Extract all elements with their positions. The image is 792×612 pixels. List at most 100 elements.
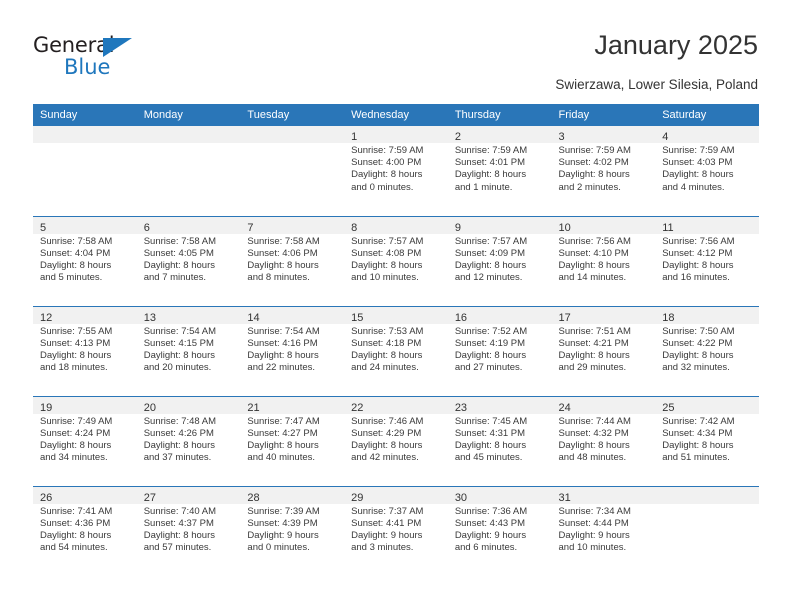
calendar-day-cell[interactable]: 31 Sunrise: 7:34 AM Sunset: 4:44 PM Dayl… bbox=[551, 485, 656, 576]
calendar-day-cell[interactable]: 13 Sunrise: 7:54 AM Sunset: 4:15 PM Dayl… bbox=[136, 305, 241, 396]
day-info bbox=[655, 504, 759, 506]
day-info bbox=[33, 143, 137, 145]
day-number: 12 bbox=[40, 311, 53, 324]
day-number-strip: 11 bbox=[655, 216, 759, 234]
day-cell-content: 27 Sunrise: 7:40 AM Sunset: 4:37 PM Dayl… bbox=[136, 486, 241, 576]
calendar-day-cell[interactable]: 26 Sunrise: 7:41 AM Sunset: 4:36 PM Dayl… bbox=[33, 485, 137, 576]
calendar-day-cell[interactable]: 1 Sunrise: 7:59 AM Sunset: 4:00 PM Dayli… bbox=[344, 126, 448, 216]
day-number: 25 bbox=[662, 401, 675, 414]
day-cell-content: 1 Sunrise: 7:59 AM Sunset: 4:00 PM Dayli… bbox=[344, 126, 448, 215]
daylight-text-line1: Daylight: 9 hours bbox=[558, 529, 630, 541]
calendar-day-cell[interactable]: 11 Sunrise: 7:56 AM Sunset: 4:12 PM Dayl… bbox=[655, 215, 759, 306]
calendar-day-cell[interactable]: 23 Sunrise: 7:45 AM Sunset: 4:31 PM Dayl… bbox=[447, 395, 552, 486]
day-number-strip: 23 bbox=[447, 396, 552, 414]
calendar-day-cell[interactable]: 9 Sunrise: 7:57 AM Sunset: 4:09 PM Dayli… bbox=[447, 215, 552, 306]
day-cell-content: 20 Sunrise: 7:48 AM Sunset: 4:26 PM Dayl… bbox=[136, 396, 241, 486]
daylight-text-line1: Daylight: 8 hours bbox=[143, 439, 215, 451]
sunrise-text: Sunrise: 7:59 AM bbox=[558, 145, 631, 156]
daylight-text-line2: and 22 minutes. bbox=[247, 362, 316, 374]
calendar-day-cell[interactable]: 20 Sunrise: 7:48 AM Sunset: 4:26 PM Dayl… bbox=[136, 395, 241, 486]
daylight-text-line2: and 40 minutes. bbox=[247, 452, 316, 464]
calendar-day-cell[interactable]: 4 Sunrise: 7:59 AM Sunset: 4:03 PM Dayli… bbox=[655, 126, 759, 216]
weekday-header-sunday: Sunday bbox=[33, 104, 137, 126]
calendar-day-cell[interactable]: 8 Sunrise: 7:57 AM Sunset: 4:08 PM Dayli… bbox=[344, 215, 448, 306]
calendar-day-cell[interactable] bbox=[136, 126, 241, 216]
day-number-strip bbox=[136, 126, 241, 143]
daylight-text-line1: Daylight: 8 hours bbox=[247, 349, 319, 361]
calendar-day-cell[interactable]: 3 Sunrise: 7:59 AM Sunset: 4:02 PM Dayli… bbox=[551, 126, 656, 216]
day-number-strip: 28 bbox=[240, 486, 345, 504]
calendar-day-cell[interactable]: 5 Sunrise: 7:58 AM Sunset: 4:04 PM Dayli… bbox=[33, 215, 137, 306]
day-number: 29 bbox=[351, 491, 364, 504]
day-cell-content: 8 Sunrise: 7:57 AM Sunset: 4:08 PM Dayli… bbox=[344, 216, 448, 306]
sunset-text: Sunset: 4:06 PM bbox=[247, 247, 318, 259]
calendar-day-cell[interactable]: 14 Sunrise: 7:54 AM Sunset: 4:16 PM Dayl… bbox=[240, 305, 345, 396]
daylight-text-line1: Daylight: 8 hours bbox=[351, 259, 423, 271]
calendar-body: 1 Sunrise: 7:59 AM Sunset: 4:00 PM Dayli… bbox=[33, 126, 759, 576]
day-info: Sunrise: 7:39 AM Sunset: 4:39 PM Dayligh… bbox=[240, 504, 344, 555]
page-header: General Blue January 2025 Swierzawa, Low… bbox=[0, 0, 792, 104]
sunrise-text: Sunrise: 7:54 AM bbox=[143, 325, 217, 337]
day-info: Sunrise: 7:55 AM Sunset: 4:13 PM Dayligh… bbox=[33, 324, 137, 375]
calendar-week-row: 26 Sunrise: 7:41 AM Sunset: 4:36 PM Dayl… bbox=[33, 485, 759, 576]
calendar-day-cell[interactable]: 22 Sunrise: 7:46 AM Sunset: 4:29 PM Dayl… bbox=[344, 395, 448, 486]
calendar-day-cell[interactable]: 29 Sunrise: 7:37 AM Sunset: 4:41 PM Dayl… bbox=[344, 485, 448, 576]
calendar-day-cell[interactable]: 7 Sunrise: 7:58 AM Sunset: 4:06 PM Dayli… bbox=[240, 215, 345, 306]
day-number: 31 bbox=[558, 491, 571, 504]
calendar-day-cell[interactable]: 2 Sunrise: 7:59 AM Sunset: 4:01 PM Dayli… bbox=[447, 126, 552, 216]
day-number: 6 bbox=[143, 221, 150, 234]
day-number-strip: 26 bbox=[33, 486, 137, 504]
calendar-day-cell[interactable]: 27 Sunrise: 7:40 AM Sunset: 4:37 PM Dayl… bbox=[136, 485, 241, 576]
calendar-day-cell[interactable]: 24 Sunrise: 7:44 AM Sunset: 4:32 PM Dayl… bbox=[551, 395, 656, 486]
day-cell-content: 30 Sunrise: 7:36 AM Sunset: 4:43 PM Dayl… bbox=[447, 486, 552, 576]
calendar-day-cell[interactable]: 21 Sunrise: 7:47 AM Sunset: 4:27 PM Dayl… bbox=[240, 395, 345, 486]
sunrise-text: Sunrise: 7:42 AM bbox=[662, 415, 735, 427]
daylight-text-line2: and 0 minutes. bbox=[351, 181, 414, 193]
calendar-day-cell[interactable]: 16 Sunrise: 7:52 AM Sunset: 4:19 PM Dayl… bbox=[447, 305, 552, 396]
calendar-day-cell[interactable] bbox=[33, 126, 137, 216]
day-number-strip: 21 bbox=[240, 396, 345, 414]
calendar-day-cell[interactable] bbox=[240, 126, 345, 216]
calendar-day-cell[interactable] bbox=[655, 485, 759, 576]
calendar-day-cell[interactable]: 15 Sunrise: 7:53 AM Sunset: 4:18 PM Dayl… bbox=[344, 305, 448, 396]
day-cell-content bbox=[33, 126, 137, 215]
daylight-text-line1: Daylight: 8 hours bbox=[351, 169, 423, 181]
sunrise-text: Sunrise: 7:56 AM bbox=[662, 235, 735, 247]
sunrise-text: Sunrise: 7:55 AM bbox=[40, 325, 113, 337]
daylight-text-line2: and 29 minutes. bbox=[558, 362, 627, 374]
calendar-day-cell[interactable]: 28 Sunrise: 7:39 AM Sunset: 4:39 PM Dayl… bbox=[240, 485, 345, 576]
day-number: 27 bbox=[143, 491, 156, 504]
calendar-day-cell[interactable]: 12 Sunrise: 7:55 AM Sunset: 4:13 PM Dayl… bbox=[33, 305, 137, 396]
general-blue-logo: General Blue bbox=[33, 33, 163, 81]
day-info: Sunrise: 7:58 AM Sunset: 4:04 PM Dayligh… bbox=[33, 234, 137, 285]
day-number-strip: 17 bbox=[551, 306, 656, 324]
calendar-day-cell[interactable]: 6 Sunrise: 7:58 AM Sunset: 4:05 PM Dayli… bbox=[136, 215, 241, 306]
sunrise-text: Sunrise: 7:50 AM bbox=[662, 325, 735, 337]
daylight-text-line2: and 14 minutes. bbox=[558, 272, 627, 284]
daylight-text-line2: and 20 minutes. bbox=[143, 362, 212, 374]
day-number: 2 bbox=[454, 131, 461, 143]
daylight-text-line2: and 34 minutes. bbox=[40, 452, 108, 464]
daylight-text-line2: and 12 minutes. bbox=[454, 272, 523, 284]
day-cell-content: 5 Sunrise: 7:58 AM Sunset: 4:04 PM Dayli… bbox=[33, 216, 137, 306]
daylight-text-line1: Daylight: 8 hours bbox=[662, 259, 734, 271]
day-number: 8 bbox=[351, 221, 358, 234]
sunrise-text: Sunrise: 7:59 AM bbox=[662, 145, 735, 156]
sunrise-text: Sunrise: 7:41 AM bbox=[40, 505, 113, 517]
day-cell-content: 12 Sunrise: 7:55 AM Sunset: 4:13 PM Dayl… bbox=[33, 306, 137, 396]
calendar-week-row: 1 Sunrise: 7:59 AM Sunset: 4:00 PM Dayli… bbox=[33, 126, 759, 216]
daylight-text-line2: and 10 minutes. bbox=[558, 542, 627, 554]
day-cell-content: 25 Sunrise: 7:42 AM Sunset: 4:34 PM Dayl… bbox=[655, 396, 759, 486]
calendar-day-cell[interactable]: 17 Sunrise: 7:51 AM Sunset: 4:21 PM Dayl… bbox=[551, 305, 656, 396]
day-cell-content: 19 Sunrise: 7:49 AM Sunset: 4:24 PM Dayl… bbox=[33, 396, 137, 486]
calendar-day-cell[interactable]: 19 Sunrise: 7:49 AM Sunset: 4:24 PM Dayl… bbox=[33, 395, 137, 486]
day-cell-content: 21 Sunrise: 7:47 AM Sunset: 4:27 PM Dayl… bbox=[240, 396, 345, 486]
calendar-day-cell[interactable]: 10 Sunrise: 7:56 AM Sunset: 4:10 PM Dayl… bbox=[551, 215, 656, 306]
day-cell-content: 6 Sunrise: 7:58 AM Sunset: 4:05 PM Dayli… bbox=[136, 216, 241, 306]
sunrise-text: Sunrise: 7:58 AM bbox=[143, 235, 217, 247]
day-cell-content: 13 Sunrise: 7:54 AM Sunset: 4:15 PM Dayl… bbox=[136, 306, 241, 396]
calendar-day-cell[interactable]: 18 Sunrise: 7:50 AM Sunset: 4:22 PM Dayl… bbox=[655, 305, 759, 396]
calendar-day-cell[interactable]: 30 Sunrise: 7:36 AM Sunset: 4:43 PM Dayl… bbox=[447, 485, 552, 576]
day-number-strip: 18 bbox=[655, 306, 759, 324]
calendar-day-cell[interactable]: 25 Sunrise: 7:42 AM Sunset: 4:34 PM Dayl… bbox=[655, 395, 759, 486]
